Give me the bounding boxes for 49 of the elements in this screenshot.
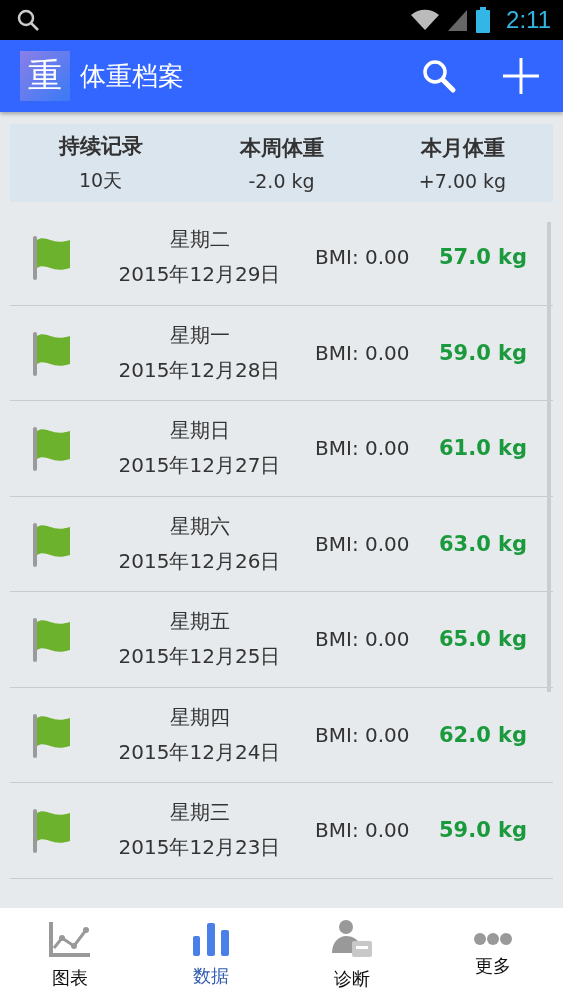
weight-value: 63.0 kg [439,531,528,556]
weekday-label: 星期五 [169,608,230,636]
clock-time: 2:11 [506,6,551,34]
weight-value: 59.0 kg [439,818,528,843]
weekday-label: 星期一 [169,321,230,349]
weekday-label: 星期二 [169,226,230,254]
date-label: 2015年12月25日 [118,643,281,671]
nav-tab[interactable]: 数据 [140,908,282,1002]
weekday-label: 星期四 [169,703,230,731]
date-label: 2015年12月24日 [118,738,281,766]
person-card-icon [329,919,374,959]
weekday-label: 星期三 [169,799,230,827]
stat-label: 持续记录 [58,133,143,160]
weight-value: 62.0 kg [439,722,528,747]
stat-value: 10天 [78,168,123,193]
signal-icon [448,8,469,32]
wifi-icon [410,8,441,32]
stat-label: 本月体重 [420,135,505,162]
app-title: 体重档案 [80,59,185,93]
bmi-value: BMI: 0.00 [315,722,411,747]
bmi-value: BMI: 0.00 [315,340,411,365]
date-label: 2015年12月26日 [118,547,281,575]
date-label: 2015年12月29日 [118,261,281,289]
bmi-value: BMI: 0.00 [315,627,411,652]
stat-value: +7.00 kg [418,170,507,192]
weekday-label: 星期六 [169,512,230,540]
bmi-value: BMI: 0.00 [315,436,411,461]
more-icon [472,932,513,946]
bmi-value: BMI: 0.00 [315,245,411,270]
line-chart-icon [48,920,93,958]
date-label: 2015年12月23日 [118,834,281,862]
weekday-label: 星期日 [169,417,230,445]
weight-value: 65.0 kg [439,627,528,652]
bar-chart-icon [192,922,231,956]
date-label: 2015年12月28日 [118,356,281,384]
nav-tab[interactable]: 更多 [422,908,563,1002]
bmi-value: BMI: 0.00 [315,818,411,843]
weight-value: 59.0 kg [439,340,528,365]
weight-value: 61.0 kg [439,436,528,461]
nav-tab[interactable]: 诊断 [281,908,423,1002]
bmi-value: BMI: 0.00 [315,531,411,556]
search-icon [16,8,40,32]
nav-tab[interactable]: 图表 [0,908,141,1002]
stat-label: 本周体重 [239,135,324,162]
date-label: 2015年12月27日 [118,452,281,480]
app-logo: 重 [20,51,70,101]
stat-value: -2.0 kg [248,170,315,192]
weight-value: 57.0 kg [439,245,528,270]
battery-icon [476,7,491,33]
